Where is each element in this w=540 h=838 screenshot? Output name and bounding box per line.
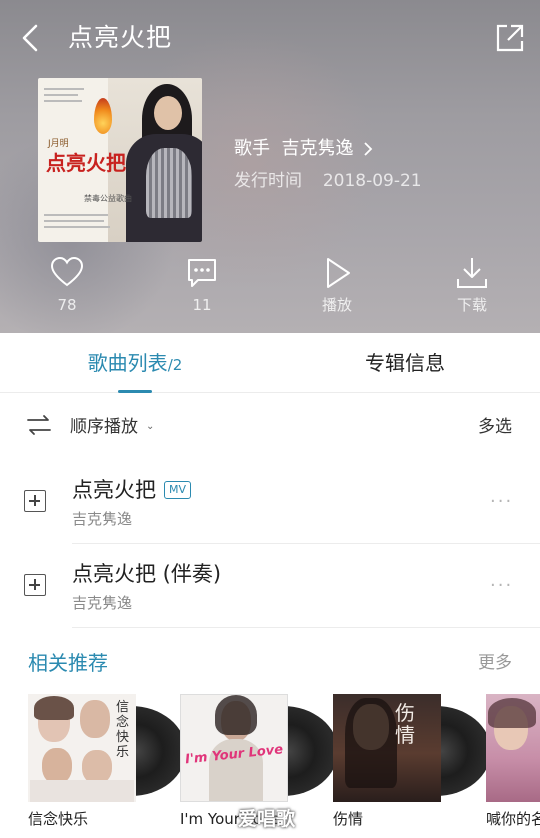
back-arrow-icon xyxy=(22,24,38,52)
album-cover[interactable]: J月明 点亮火把 禁毒公益歌曲 xyxy=(38,78,202,242)
cover-fine-print xyxy=(44,214,108,216)
recommend-item[interactable]: 伤情 伤情 xyxy=(333,694,491,838)
download-button[interactable]: 下载 xyxy=(432,255,512,315)
watermark: 爱唱歌 xyxy=(238,808,296,830)
tab-song-list[interactable]: 歌曲列表/2 xyxy=(0,333,270,393)
download-label: 下载 xyxy=(456,296,487,314)
play-icon xyxy=(327,258,350,288)
heart-icon xyxy=(50,256,84,287)
song-row[interactable]: 点亮火把 MV 吉克隽逸 ··· xyxy=(0,460,540,544)
song-title-row: 点亮火把 MV xyxy=(72,476,192,504)
recommend-name: 喊你的名字 xyxy=(486,810,540,828)
cover-fine-print xyxy=(44,220,104,222)
recommend-cover: 伤情 xyxy=(333,694,441,802)
cover-fine-print xyxy=(44,226,110,228)
recommend-item[interactable]: 喊你的名字 xyxy=(486,694,540,838)
cover-portrait xyxy=(80,700,110,738)
cover-title: 点亮火把 xyxy=(46,151,126,175)
release-date: 2018-09-21 xyxy=(322,171,422,191)
recommend-name: 伤情 xyxy=(333,810,364,828)
share-button[interactable] xyxy=(492,20,528,56)
cover-brand: J月明 xyxy=(48,139,69,149)
cover-footer xyxy=(30,780,134,802)
song-title: 点亮火把 (伴奏) xyxy=(72,562,222,586)
cover-fine-print xyxy=(44,88,84,90)
more-options-icon[interactable]: ··· xyxy=(490,492,513,512)
cover-figure-face xyxy=(154,96,182,130)
artist-label: 歌手 吉克隽逸 xyxy=(234,138,354,159)
cover-portrait-hair xyxy=(488,698,536,728)
add-to-playlist-icon[interactable] xyxy=(24,574,46,596)
multi-select-button[interactable]: 多选 xyxy=(478,414,512,440)
share-icon xyxy=(496,24,524,52)
album-header: 点亮火把 J月明 点亮火把 禁毒公益歌曲 歌手 吉克隽逸 发行时间 2018-0… xyxy=(0,0,540,333)
add-to-playlist-icon[interactable] xyxy=(24,490,46,512)
tab-indicator xyxy=(118,390,152,393)
recommend-cover: I'm Your Love xyxy=(180,694,288,802)
like-button[interactable]: 78 xyxy=(27,255,107,315)
song-list-toolbar: 顺序播放 ⌄ 多选 xyxy=(0,394,540,460)
play-order-dropdown[interactable]: 顺序播放 ⌄ xyxy=(70,414,154,440)
song-title-row: 点亮火把 (伴奏) xyxy=(72,560,221,588)
cover-portrait xyxy=(82,750,112,784)
back-button[interactable] xyxy=(14,20,50,56)
cover-portrait xyxy=(42,748,72,784)
tab-album-info-label: 专辑信息 xyxy=(365,351,445,375)
row-divider xyxy=(72,627,540,628)
cover-portrait-hair xyxy=(345,698,397,788)
chevron-down-icon: ⌄ xyxy=(146,421,155,432)
comment-count: 11 xyxy=(192,296,212,314)
cover-fine-print xyxy=(44,100,82,102)
related-section-title: 相关推荐 xyxy=(28,651,108,675)
mv-badge[interactable]: MV xyxy=(164,481,192,499)
recommend-name: 信念快乐 xyxy=(28,810,89,828)
chevron-right-icon xyxy=(364,142,373,156)
song-artist: 吉克隽逸 xyxy=(72,594,133,612)
release-info: 发行时间 2018-09-21 xyxy=(234,168,422,194)
song-count: /2 xyxy=(167,356,183,374)
song-artist: 吉克隽逸 xyxy=(72,510,133,528)
artist-link[interactable]: 歌手 吉克隽逸 xyxy=(234,136,375,162)
comment-icon xyxy=(188,259,216,287)
play-order-label: 顺序播放 xyxy=(70,417,138,437)
tab-album-info[interactable]: 专辑信息 xyxy=(270,333,540,393)
song-title: 点亮火把 xyxy=(72,478,156,502)
comment-button[interactable]: 11 xyxy=(162,255,242,315)
sequential-play-icon[interactable] xyxy=(26,412,52,438)
like-count: 78 xyxy=(57,296,77,314)
cover-figure-jewelry xyxy=(146,148,192,218)
play-button[interactable]: 播放 xyxy=(297,255,377,315)
related-more-link[interactable]: 更多 xyxy=(478,650,512,676)
cover-text: 信念快乐 xyxy=(116,700,130,760)
play-label: 播放 xyxy=(321,296,352,314)
page-title: 点亮火把 xyxy=(68,23,173,52)
cover-subtitle: 禁毒公益歌曲 xyxy=(84,194,132,203)
release-label: 发行时间 xyxy=(234,171,302,191)
song-row[interactable]: 点亮火把 (伴奏) 吉克隽逸 ··· xyxy=(0,544,540,628)
cover-portrait-hair xyxy=(215,695,257,735)
recommend-cover xyxy=(486,694,540,802)
tab-bar: 歌曲列表/2 专辑信息 xyxy=(0,333,540,393)
recommend-cover: 信念快乐 xyxy=(28,694,136,802)
recommend-item[interactable]: 信念快乐 信念快乐 xyxy=(28,694,186,838)
download-icon xyxy=(457,258,487,288)
torch-flame-icon xyxy=(94,98,112,134)
cover-portrait-hair xyxy=(34,696,74,720)
more-options-icon[interactable]: ··· xyxy=(490,576,513,596)
cover-fine-print xyxy=(44,94,78,96)
tab-song-list-label: 歌曲列表 xyxy=(87,351,168,375)
cover-text: 伤情 xyxy=(395,701,415,747)
